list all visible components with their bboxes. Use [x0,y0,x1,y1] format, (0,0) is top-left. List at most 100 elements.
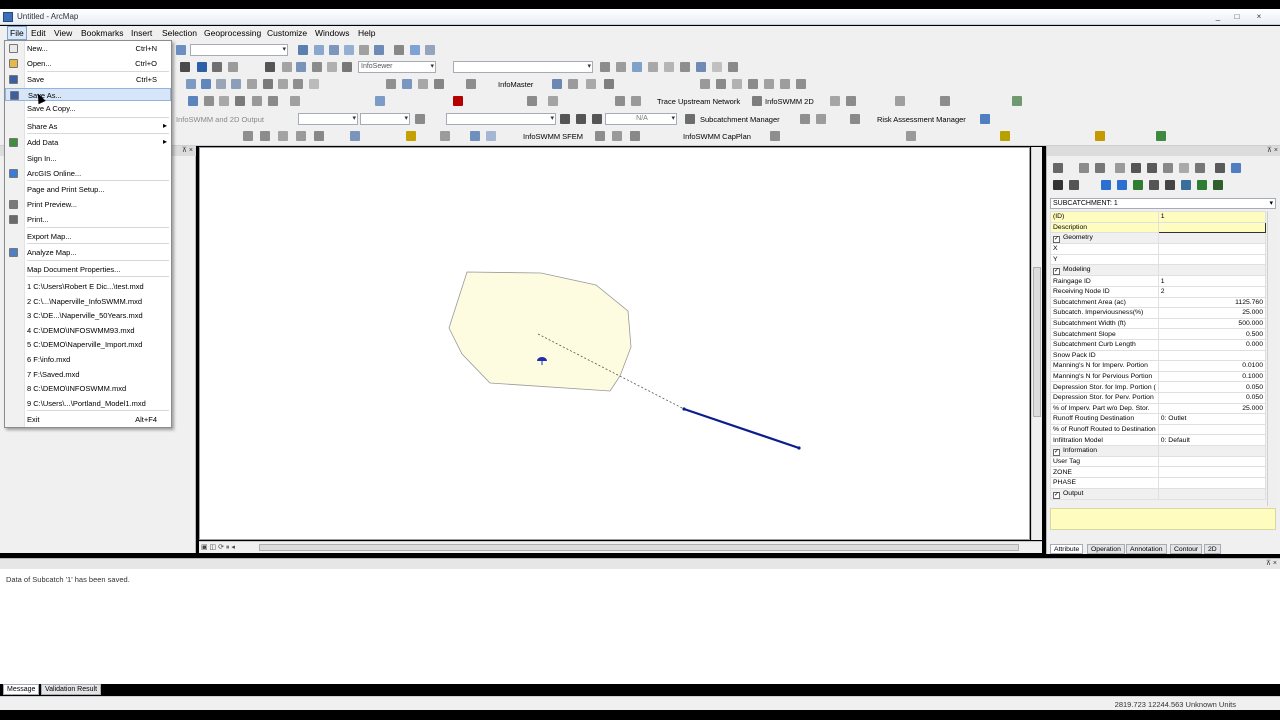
recent-file-item[interactable]: 8 C:\DEMO\INFOSWMM.mxd [5,382,171,395]
attribute-row[interactable]: Runoff Routing Destination 0: Outlet [1050,413,1267,425]
edit-icon[interactable] [1115,163,1125,173]
search-window-icon[interactable] [359,45,369,55]
subcatch-delineate-icon[interactable] [816,114,826,124]
menu-geoprocessing[interactable]: Geoprocessing [204,28,261,38]
attribute-row[interactable]: (ID) 1 [1050,211,1267,223]
editor-icon[interactable] [298,45,308,55]
attribute-row[interactable]: Description [1050,221,1267,234]
hydrant-icon[interactable] [732,79,742,89]
recent-file-item[interactable]: 4 C:\DEMO\INFOSWMM93.mxd [5,324,171,337]
menu-edit[interactable]: Edit [31,28,46,38]
recent-file-item[interactable]: 3 C:\DE...\Naperville_50Years.mxd [5,309,171,322]
attribute-row[interactable]: Subcatchment Curb Length 0.000 [1050,338,1267,351]
subcatchment-polygon[interactable] [448,271,632,392]
capplan-tool-icon[interactable] [770,131,780,141]
table-view-icon[interactable] [1215,163,1225,173]
export-tool-icon[interactable] [314,131,324,141]
move-icon[interactable] [263,79,273,89]
select-feature-icon[interactable] [188,96,198,106]
attribute-value[interactable]: 25.000 [1157,307,1267,319]
attribute-value[interactable] [1157,477,1267,489]
map-horizontal-scrollbar[interactable] [259,544,1019,551]
add-subcatchment-icon[interactable] [216,79,226,89]
attribute-value[interactable]: 1 [1157,211,1267,223]
add-link-icon[interactable] [201,79,211,89]
time-value-field[interactable]: N/A [605,113,677,125]
file-menu-item-page-and-print-setup[interactable]: Page and Print Setup... [5,183,171,196]
refresh-record-icon[interactable] [1195,163,1205,173]
layout-icon[interactable] [329,45,339,55]
file-menu-item-open[interactable]: Open... Ctrl+O [5,57,171,70]
full-extent-icon[interactable] [296,62,306,72]
attribute-row[interactable]: Infiltration Model 0: Default [1050,434,1267,446]
attribute-value[interactable] [1157,466,1267,479]
magnify-icon[interactable] [1095,163,1105,173]
table-icon[interactable] [314,45,324,55]
stop-output-icon[interactable] [592,114,602,124]
trace-icon[interactable] [252,96,262,106]
output-combo-2[interactable] [360,113,410,125]
shield-record-icon[interactable] [1197,180,1207,190]
attribute-row[interactable]: Manning's N for Pervious Portion 0.1000 [1050,370,1267,383]
infomaster-tool-icon[interactable] [552,79,562,89]
tank-icon[interactable] [780,79,790,89]
sfem-tool-icon[interactable] [595,131,605,141]
map-2d-icon[interactable] [1012,96,1022,106]
map-scale-combo[interactable] [190,44,288,56]
recent-file-item[interactable]: 6 F:\info.mxd [5,353,171,366]
chart-view-icon[interactable] [1231,163,1241,173]
menu-bookmarks[interactable]: Bookmarks [81,28,124,38]
infomaster-toolbar-label[interactable]: InfoMaster [498,80,533,89]
attribute-value[interactable]: 0.000 [1157,338,1267,351]
recent-file-item[interactable]: 2 C:\...\Naperville_InfoSWMM.mxd [5,295,171,308]
attribute-value[interactable] [1157,221,1267,234]
file-menu-item-map-document-properties[interactable]: Map Document Properties... [5,263,171,276]
group-expand-checkbox-icon[interactable]: ✓ [1053,491,1060,499]
attribute-row[interactable]: Depression Stor. for Perv. Portion 0.050 [1050,391,1267,404]
previous-record-icon[interactable] [1101,180,1111,190]
playback-icon[interactable] [548,96,558,106]
attribute-row[interactable]: ✓ Output [1050,487,1267,500]
infosewer-combo[interactable]: InfoSewer [358,61,436,73]
sfem-select-icon[interactable] [470,131,480,141]
group-expand-checkbox-icon[interactable]: ✓ [1053,448,1060,456]
graph-icon[interactable] [632,62,642,72]
attribute-row[interactable]: ZONE [1050,466,1267,479]
pen-icon[interactable] [212,62,222,72]
attribute-row[interactable]: PHASE [1050,477,1267,489]
attribute-row[interactable]: Subcatchment Area (ac) 1125.760 [1050,296,1267,309]
recent-file-item[interactable]: 1 C:\Users\Robert E Dic...\test.mxd [5,280,171,293]
file-menu-item-exit[interactable]: Exit Alt+F4 [5,413,171,426]
query-icon[interactable] [680,62,690,72]
map-canvas[interactable] [200,148,1029,539]
attribute-value[interactable]: 0.1000 [1157,370,1267,383]
control-center-icon[interactable] [434,79,444,89]
attribute-row[interactable]: X [1050,243,1267,255]
attribute-value[interactable]: 0.500 [1157,328,1267,340]
attribute-row[interactable]: Depression Stor. for Imp. Portion (0.050 [1050,381,1267,393]
file-menu-item-save[interactable]: Save Ctrl+S [5,73,171,86]
capplan-export-icon[interactable] [1156,131,1166,141]
element-selector[interactable]: SUBCATCHMENT: 1 [1050,198,1276,209]
group-expand-checkbox-icon[interactable]: ✓ [1053,268,1060,275]
next-record-icon[interactable] [1117,180,1127,190]
group-expand-checkbox-icon[interactable]: ✓ [1053,236,1060,243]
attribute-icon[interactable] [648,62,658,72]
ruler-icon[interactable] [228,62,238,72]
sfem-grid-icon[interactable] [486,131,496,141]
capplan-edit-icon[interactable] [1000,131,1010,141]
attribute-value[interactable] [1157,455,1267,468]
attribute-row[interactable]: ✓ Modeling [1050,264,1267,277]
locate-icon[interactable] [712,62,722,72]
risk-assessment-manager-menu[interactable]: Risk Assessment Manager [877,115,966,124]
tab-annotation[interactable]: Annotation [1126,544,1167,554]
pin-icon[interactable]: ⊼ × [182,146,193,154]
file-menu-item-sign-in[interactable]: Sign In... [5,152,171,165]
add-point-icon[interactable] [586,79,596,89]
attribute-value[interactable] [1157,253,1267,266]
rotate-icon[interactable] [290,96,300,106]
attribute-row[interactable]: Raingage ID 1 [1050,275,1267,287]
close-button[interactable]: × [1252,12,1266,22]
python-icon[interactable] [394,45,404,55]
pointer-icon[interactable] [1053,163,1063,173]
